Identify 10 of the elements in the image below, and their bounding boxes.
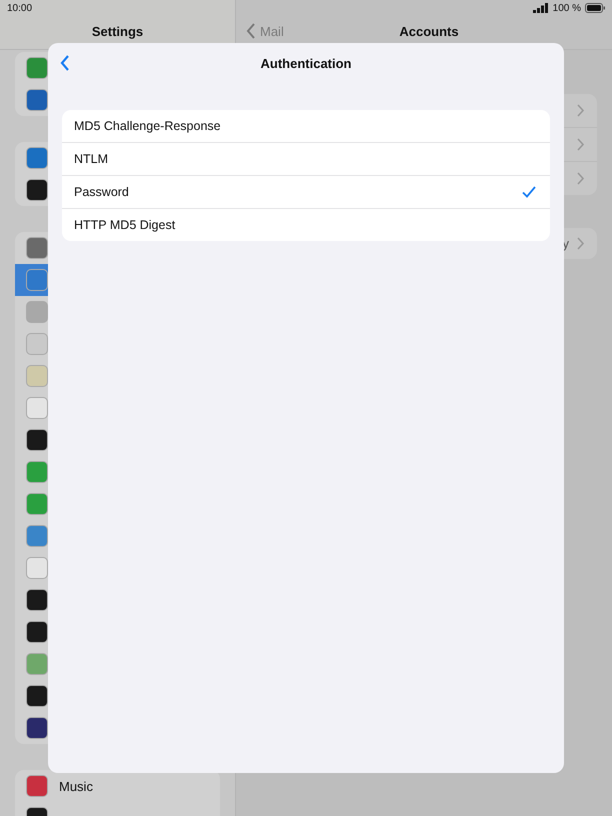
option-label: MD5 Challenge-Response	[74, 119, 221, 133]
status-time: 10:00	[7, 2, 32, 14]
option-label: HTTP MD5 Digest	[74, 218, 176, 232]
sidebar-label: Music	[59, 778, 93, 794]
pane-title: Accounts	[399, 24, 459, 39]
sheet-title: Authentication	[260, 56, 352, 70]
battery-percent: 100 %	[552, 2, 581, 14]
option-label: Password	[74, 185, 129, 199]
option-label: NTLM	[74, 152, 108, 166]
sidebar-title: Settings	[92, 24, 144, 39]
